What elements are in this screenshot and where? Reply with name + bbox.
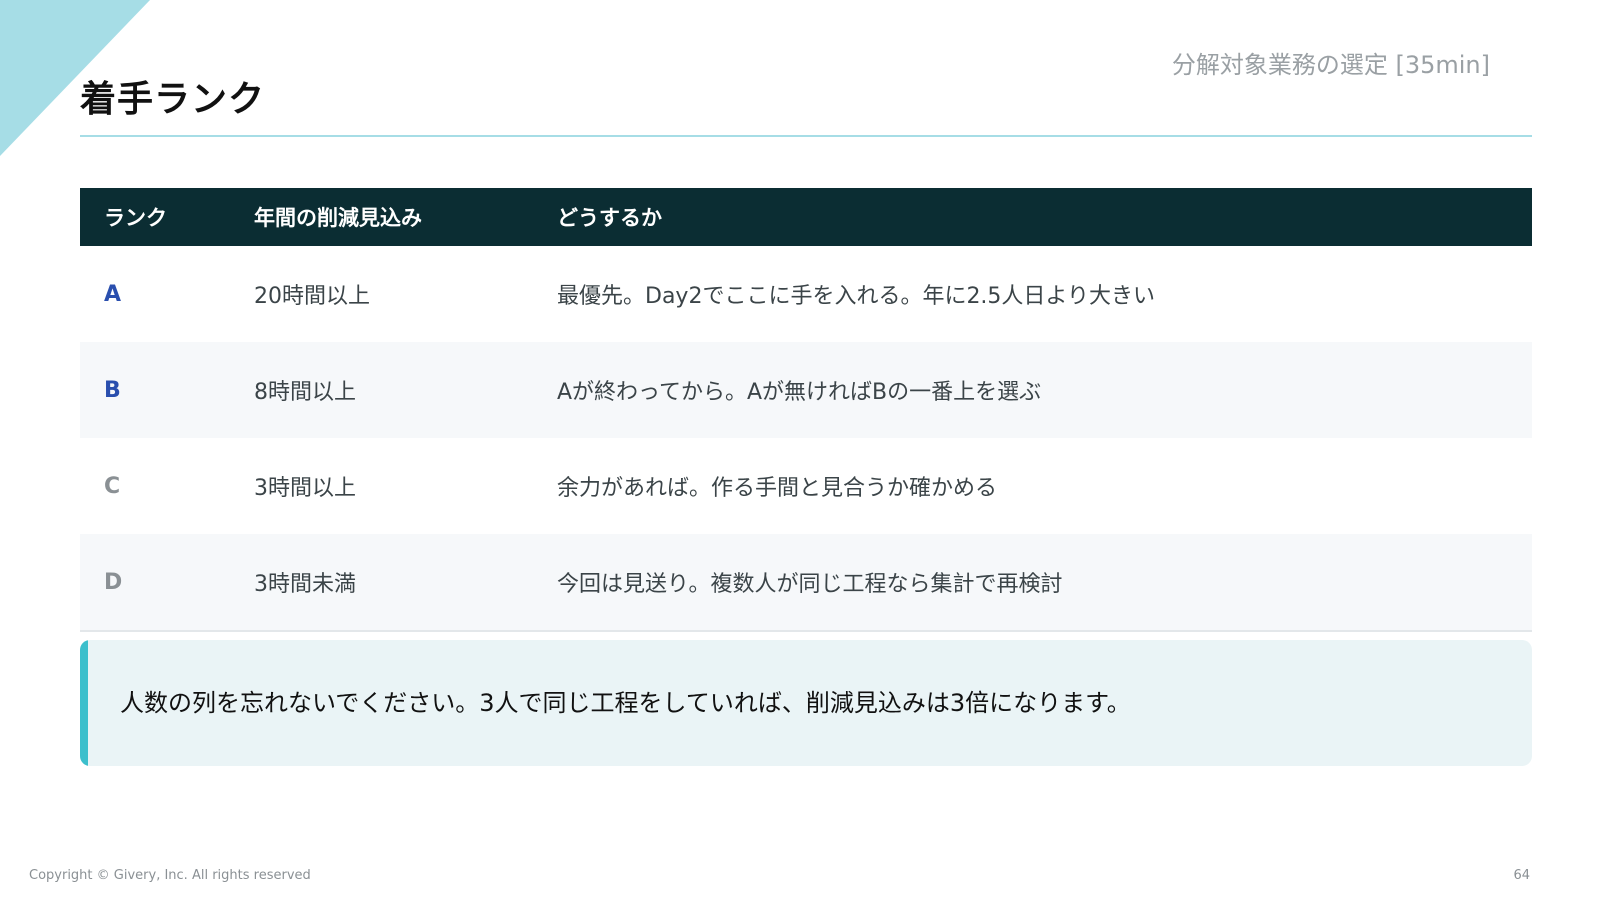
hours-cell: 3時間以上 bbox=[254, 476, 356, 501]
action-cell: 最優先。Day2でここに手を入れる。年に2.5人日より大きい bbox=[557, 284, 1155, 309]
table-header-row: ランク 年間の削減見込み どうするか bbox=[80, 188, 1532, 246]
hours-cell: 8時間以上 bbox=[230, 342, 533, 438]
table-row: D 3時間未満 今回は見送り。複数人が同じ工程なら集計で再検討 bbox=[80, 534, 1532, 632]
table-row: A 20時間以上 最優先。Day2でここに手を入れる。年に2.5人日より大きい bbox=[80, 246, 1532, 342]
section-label: 分解対象業務の選定 [35min] bbox=[1171, 51, 1490, 79]
action-cell: Aが終わってから。Aが無ければBの一番上を選ぶ bbox=[533, 342, 1532, 438]
note-text: 人数の列を忘れないでください。3人で同じ工程をしていれば、削減見込みは3倍になり… bbox=[120, 689, 1131, 717]
copyright-text: Copyright © Givery, Inc. All rights rese… bbox=[29, 868, 311, 883]
rank-cell: D bbox=[80, 534, 230, 632]
page-number: 64 bbox=[1513, 868, 1530, 883]
action-cell: 余力があれば。作る手間と見合うか確かめる bbox=[557, 476, 998, 501]
column-header-rank: ランク bbox=[80, 188, 230, 246]
table-row: C 3時間以上 余力があれば。作る手間と見合うか確かめる bbox=[80, 438, 1532, 534]
column-header-reduction: 年間の削減見込み bbox=[230, 188, 533, 246]
rank-cell: C bbox=[104, 473, 121, 499]
page-title: 着手ランク bbox=[80, 79, 266, 120]
table-row: B 8時間以上 Aが終わってから。Aが無ければBの一番上を選ぶ bbox=[80, 342, 1532, 438]
rank-cell: B bbox=[80, 342, 230, 438]
column-header-action: どうするか bbox=[533, 188, 1532, 246]
title-divider bbox=[80, 135, 1532, 137]
hours-cell: 3時間未満 bbox=[230, 534, 533, 632]
action-cell: 今回は見送り。複数人が同じ工程なら集計で再検討 bbox=[533, 534, 1532, 632]
hours-cell: 20時間以上 bbox=[254, 284, 370, 309]
rank-cell: A bbox=[104, 281, 122, 307]
note-callout: 人数の列を忘れないでください。3人で同じ工程をしていれば、削減見込みは3倍になり… bbox=[80, 640, 1532, 766]
rank-table: ランク 年間の削減見込み どうするか A 20時間以上 最優先。Day2でここに… bbox=[80, 188, 1532, 632]
note-accent-bar bbox=[80, 640, 88, 766]
